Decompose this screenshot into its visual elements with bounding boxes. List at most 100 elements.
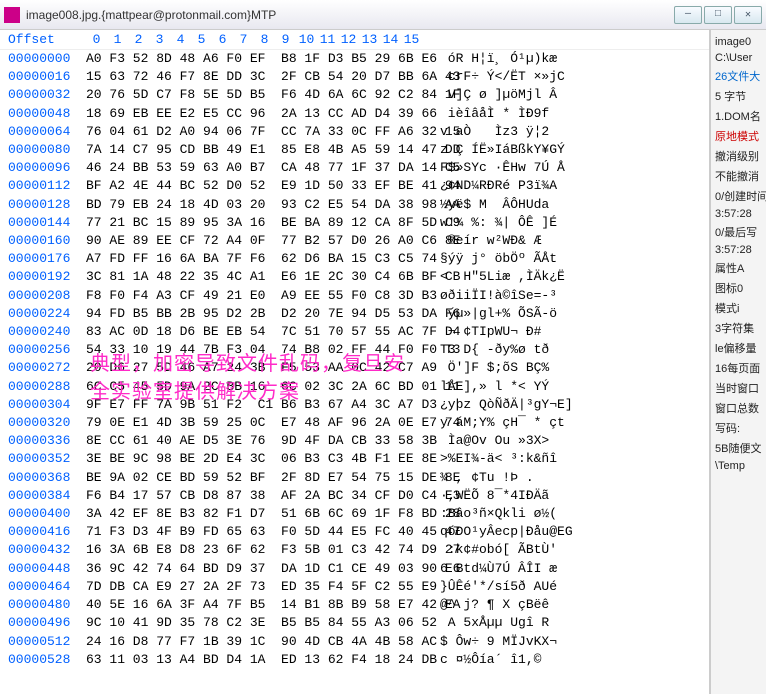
hex-row[interactable]: 00000384F6 B4 17 57 CB D8 87 38 AF 2A BC… <box>0 487 709 505</box>
side-item[interactable]: 写码: <box>713 418 764 438</box>
hex-cell[interactable]: 3A 42 EF 8E B3 82 F1 D7 51 6B 6C 69 1F F… <box>86 505 430 523</box>
ascii-cell[interactable]: c ¤½Ôía´ î1,© <box>440 651 590 669</box>
side-item[interactable]: 3:57:28 <box>713 206 764 222</box>
side-item[interactable]: 26文件大 <box>713 66 764 86</box>
hex-cell[interactable]: 18 69 EB EE E2 E5 CC 96 2A 13 CC AD D4 3… <box>86 105 430 123</box>
hex-cell[interactable]: 3C 81 1A 48 22 35 4C A1 E6 1E 2C 30 C4 6… <box>86 268 430 286</box>
ascii-cell[interactable]: óR H¦ï¸ Ó¹µ)kæ <box>440 50 590 68</box>
hex-row[interactable]: 000004969C 10 41 9D 35 78 C2 3E B5 B5 84… <box>0 614 709 632</box>
hex-cell[interactable]: 94 FD B5 BB 2B 95 D2 2B D2 20 7E 94 D5 5… <box>86 305 430 323</box>
hex-cell[interactable]: 6C C5 45 5D 9A 2C BB 16 6C 02 3C 2A 6C B… <box>86 378 430 396</box>
ascii-cell[interactable]: w!¼ %: ¾| ÔÊ ]É <box>440 214 590 232</box>
side-item[interactable]: 5 字节 <box>713 86 764 106</box>
side-item[interactable]: 16每页面 <box>713 358 764 378</box>
hex-row[interactable]: 000002886C C5 45 5D 9A 2C BB 16 6C 02 3C… <box>0 378 709 396</box>
hex-cell[interactable]: 71 F3 D3 4F B9 FD 65 63 F0 5D 44 E5 FC 4… <box>86 523 430 541</box>
hex-cell[interactable]: BD 79 EB 24 18 4D 03 20 93 C2 E5 54 DA 3… <box>86 196 430 214</box>
hex-row[interactable]: 00000000A0 F3 52 8D 48 A6 F0 EF B8 1F D3… <box>0 50 709 68</box>
hex-row[interactable]: 000000807A 14 C7 95 CD BB 49 E1 85 E8 4B… <box>0 141 709 159</box>
hex-row[interactable]: 000003368E CC 61 40 AE D5 3E 76 9D 4F DA… <box>0 432 709 450</box>
ascii-cell[interactable]: v aÒ Ìz3 ÿ¦2 <box>440 123 590 141</box>
hex-cell[interactable]: 15 63 72 46 F7 8E DD 3C 2F CB 54 20 D7 B… <box>86 68 430 86</box>
minimize-button[interactable]: — <box>674 6 702 24</box>
side-item[interactable]: 图标0 <box>713 278 764 298</box>
side-item[interactable]: 撤消级别 <box>713 146 764 166</box>
side-item[interactable]: 5B随便文 <box>713 438 764 458</box>
hex-cell[interactable]: 20 76 5D C7 F8 5E 5D B5 F6 4D 6A 6C 92 C… <box>86 86 430 104</box>
side-item[interactable]: 1.DOM名 <box>713 106 764 126</box>
hex-row[interactable]: 0000051224 16 D8 77 F7 1B 39 1C 90 4D CB… <box>0 633 709 651</box>
hex-cell[interactable]: 36 9C 42 74 64 BD D9 37 DA 1D C1 CE 49 0… <box>86 560 430 578</box>
side-item[interactable]: 窗口总数 <box>713 398 764 418</box>
ascii-cell[interactable]: lÅE],» l *< YÝ <box>440 378 590 396</box>
hex-cell[interactable]: BE 9A 02 CE BD 59 52 BF 2F 8D E7 54 75 1… <box>86 469 430 487</box>
side-item[interactable]: 不能撤消 <box>713 166 764 186</box>
ascii-cell[interactable]: < H"5Liæ ,ÌÄk¿Ë <box>440 268 590 286</box>
side-item[interactable]: 模式i <box>713 298 764 318</box>
ascii-cell[interactable]: $ Ôw÷ 9 MÏJvKX¬ <box>440 633 590 651</box>
hex-row[interactable]: 0000027220 D6 27 5D 46 A7 24 3B F5 53 AA… <box>0 359 709 377</box>
hex-row[interactable]: 0000044836 9C 42 74 64 BD D9 37 DA 1D C1… <box>0 560 709 578</box>
side-item[interactable]: 0/创建时间 <box>713 186 764 206</box>
ascii-cell[interactable]: :k¢#obó[ ÃBtÙ' <box>440 541 590 559</box>
hex-row[interactable]: 00000128BD 79 EB 24 18 4D 03 20 93 C2 E5… <box>0 196 709 214</box>
hex-cell[interactable]: 63 11 03 13 A4 BD D4 1A ED 13 62 F4 18 2… <box>86 651 430 669</box>
hex-cell[interactable]: 24 16 D8 77 F7 1B 39 1C 90 4D CB 4A 4B 5… <box>86 633 430 651</box>
hex-row[interactable]: 0000004818 69 EB EE E2 E5 CC 96 2A 13 CC… <box>0 105 709 123</box>
ascii-cell[interactable]: }ÛÊé'*/sí5ð AUé <box>440 578 590 596</box>
hex-row[interactable]: 00000112BF A2 4E 44 BC 52 D0 52 E9 1D 50… <box>0 177 709 195</box>
hex-cell[interactable]: 83 AC 0D 18 D6 BE EB 54 7C 51 70 57 55 A… <box>86 323 430 341</box>
side-item[interactable]: 3字符集 <box>713 318 764 338</box>
hex-row[interactable]: 000004003A 42 EF 8E B3 82 F1 D7 51 6B 6C… <box>0 505 709 523</box>
ascii-cell[interactable]: y áM;Y% çH¯ * çt <box>440 414 590 432</box>
ascii-cell[interactable]: øðiiÏI!à©îSe=-³ <box>440 287 590 305</box>
hex-cell[interactable]: 79 0E E1 4D 3B 59 25 0C E7 48 AF 96 2A 0… <box>86 414 430 432</box>
hex-cell[interactable]: 77 21 BC 15 89 95 3A 16 BE BA 89 12 CA 8… <box>86 214 430 232</box>
ascii-cell[interactable]: Ö']F $;õS BÇ% <box>440 359 590 377</box>
ascii-cell[interactable]: §ýÿ j° öbÖº ÃÅt <box>440 250 590 268</box>
ascii-cell[interactable]: F$»SYc ·ÊHw 7Ú Å <box>440 159 590 177</box>
hex-row[interactable]: 000003049F E7 FF 7A 9B 51 F2 C1 B6 B3 67… <box>0 396 709 414</box>
ascii-cell[interactable]: :Bâo³ñ×Qkli ø½( <box>440 505 590 523</box>
hex-cell[interactable]: 7A 14 C7 95 CD BB 49 E1 85 E8 4B A5 59 1… <box>86 141 430 159</box>
side-item[interactable]: \Temp <box>713 458 764 474</box>
hex-cell[interactable]: 40 5E 16 6A 3F A4 7F B5 14 B1 8B B9 58 E… <box>86 596 430 614</box>
hex-row[interactable]: 0000022494 FD B5 BB 2B 95 D2 2B D2 20 7E… <box>0 305 709 323</box>
ascii-cell[interactable]: ýµ»|gl+% ÕSÃ-ö <box>440 305 590 323</box>
hex-cell[interactable]: 3E BE 9C 98 BE 2D E4 3C 06 B3 C3 4B F1 E… <box>86 450 430 468</box>
hex-row[interactable]: 00000176A7 FD FF 16 6A BA 7F F6 62 D6 BA… <box>0 250 709 268</box>
ascii-cell[interactable]: v]Ç ø ]µöMjl Â <box>440 86 590 104</box>
side-item[interactable]: 当时窗口 <box>713 378 764 398</box>
hex-panel[interactable]: Offset 0123456789101112131415 00000000A0… <box>0 30 710 694</box>
ascii-cell[interactable]: ièîâåÌ * ÌÐ9f <box>440 105 590 123</box>
hex-cell[interactable]: F8 F0 F4 A3 CF 49 21 E0 A9 EE 55 F0 C8 3… <box>86 287 430 305</box>
hex-row[interactable]: 0000032079 0E E1 4D 3B 59 25 0C E7 48 AF… <box>0 414 709 432</box>
hex-cell[interactable]: 90 AE 89 EE CF 72 A4 0F 77 B2 57 D0 26 A… <box>86 232 430 250</box>
ascii-cell[interactable]: ·,WËÕ 8¯*4IÐÄã <box>440 487 590 505</box>
hex-cell[interactable]: 9C 10 41 9D 35 78 C2 3E B5 B5 84 55 A3 0… <box>86 614 430 632</box>
hex-cell[interactable]: 7D DB CA E9 27 2A 2F 73 ED 35 F4 5F C2 5… <box>86 578 430 596</box>
hex-row[interactable]: 000001923C 81 1A 48 22 35 4C A1 E6 1E 2C… <box>0 268 709 286</box>
hex-row[interactable]: 00000208F8 F0 F4 A3 CF 49 21 E0 A9 EE 55… <box>0 287 709 305</box>
side-item[interactable]: 0/最后写 <box>713 222 764 242</box>
ascii-cell[interactable]: ¿¢ND¼RÐRé P3ï¾A <box>440 177 590 195</box>
side-item[interactable]: image0 <box>713 34 764 50</box>
ascii-cell[interactable]: ½yë$ M ÂÔHUda <box>440 196 590 214</box>
hex-cell[interactable]: 9F E7 FF 7A 9B 51 F2 C1 B6 B3 67 A4 3C A… <box>86 396 430 414</box>
hex-row[interactable]: 0000016090 AE 89 EE CF 72 A4 0F 77 B2 57… <box>0 232 709 250</box>
hex-row[interactable]: 000003523E BE 9C 98 BE 2D E4 3C 06 B3 C3… <box>0 450 709 468</box>
hex-row[interactable]: 0000041671 F3 D3 4F B9 FD 65 63 F0 5D 44… <box>0 523 709 541</box>
hex-row[interactable]: 0000024083 AC 0D 18 D6 BE EB 54 7C 51 70… <box>0 323 709 341</box>
maximize-button[interactable]: □ <box>704 6 732 24</box>
hex-row[interactable]: 0000043216 3A 6B E8 D8 23 6F 62 F3 5B 01… <box>0 541 709 559</box>
side-panel[interactable]: image0C:\User26文件大5 字节1.DOM名原地模式撤消级别不能撤消… <box>710 30 766 694</box>
hex-cell[interactable]: A7 FD FF 16 6A BA 7F F6 62 D6 BA 15 C3 C… <box>86 250 430 268</box>
hex-row[interactable]: 000004647D DB CA E9 27 2A 2F 73 ED 35 F4… <box>0 578 709 596</box>
hex-cell[interactable]: BF A2 4E 44 BC 52 D0 52 E9 1D 50 33 EF B… <box>86 177 430 195</box>
ascii-cell[interactable]: ¿yþz QòÑðÄ|³gY¬E] <box>440 396 590 414</box>
hex-cell[interactable]: 8E CC 61 40 AE D5 3E 76 9D 4F DA CB 33 5… <box>86 432 430 450</box>
hex-cell[interactable]: A0 F3 52 8D 48 A6 F0 EF B8 1F D3 B5 29 6… <box>86 50 430 68</box>
ascii-cell[interactable]: >%EI¾-ä< ³:k&ñî <box>440 450 590 468</box>
close-button[interactable]: ✕ <box>734 6 762 24</box>
hex-cell[interactable]: 16 3A 6B E8 D8 23 6F 62 F3 5B 01 C3 42 7… <box>86 541 430 559</box>
